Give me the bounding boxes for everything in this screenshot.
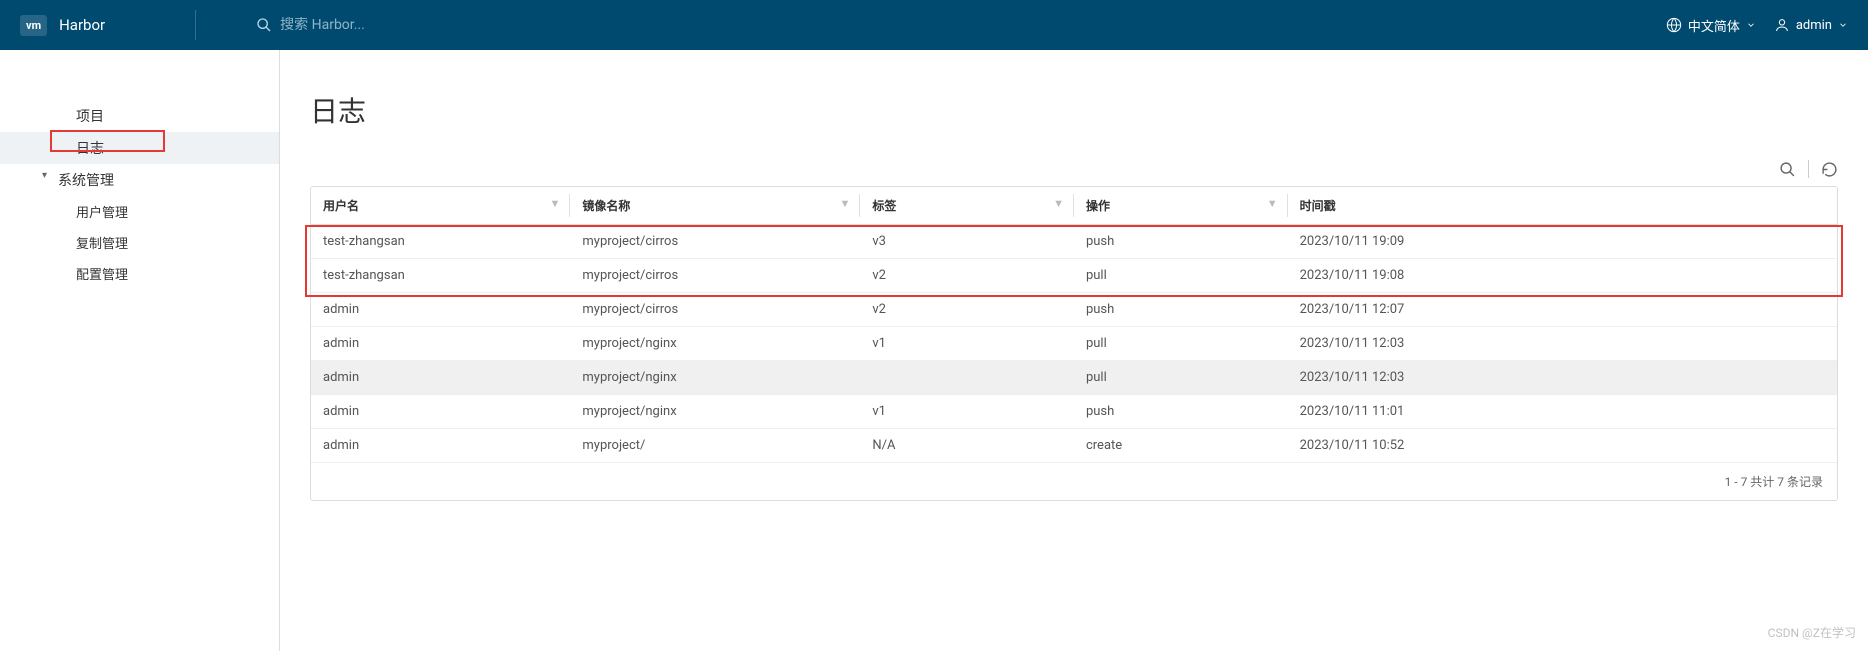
refresh-icon[interactable]: [1821, 161, 1838, 178]
filter-icon[interactable]: ▼: [1053, 197, 1064, 210]
cell-time: 2023/10/11 19:08: [1288, 259, 1837, 293]
cell-time: 2023/10/11 12:07: [1288, 293, 1837, 327]
cell-time: 2023/10/11 11:01: [1288, 395, 1837, 429]
sidebar-item-logs[interactable]: 日志: [0, 132, 279, 164]
app-name: Harbor: [59, 16, 105, 34]
cell-op: create: [1074, 429, 1288, 463]
page-title: 日志: [310, 90, 1838, 130]
logo: vm: [20, 15, 47, 36]
filter-icon[interactable]: ▼: [550, 197, 561, 210]
chevron-down-icon: [1746, 20, 1756, 30]
column-header-operation[interactable]: 操作▼: [1074, 187, 1288, 225]
cell-op: push: [1074, 293, 1288, 327]
cell-user: admin: [311, 395, 570, 429]
cell-user: admin: [311, 429, 570, 463]
cell-tag: [860, 361, 1074, 395]
search-wrap: [256, 17, 1666, 33]
cell-time: 2023/10/11 10:52: [1288, 429, 1837, 463]
table-row[interactable]: test-zhangsanmyproject/cirrosv2pull2023/…: [311, 259, 1837, 293]
cell-user: admin: [311, 327, 570, 361]
search-icon[interactable]: [1779, 161, 1796, 178]
language-label: 中文简体: [1688, 16, 1740, 35]
cell-tag: v2: [860, 293, 1074, 327]
user-icon: [1774, 17, 1790, 33]
table-row[interactable]: adminmyproject/nginx pull2023/10/11 12:03: [311, 361, 1837, 395]
filter-icon[interactable]: ▼: [1267, 197, 1278, 210]
sidebar-item-users[interactable]: 用户管理: [0, 196, 279, 227]
cell-image: myproject/nginx: [570, 327, 860, 361]
sidebar-item-replication[interactable]: 复制管理: [0, 227, 279, 258]
table-row[interactable]: test-zhangsanmyproject/cirrosv3push2023/…: [311, 225, 1837, 259]
cell-tag: v1: [860, 327, 1074, 361]
cell-tag: N/A: [860, 429, 1074, 463]
column-header-image[interactable]: 镜像名称▼: [570, 187, 860, 225]
sidebar-group-label: 系统管理: [58, 173, 114, 189]
toolbar: [310, 160, 1838, 178]
header-right: 中文简体 admin: [1666, 16, 1848, 35]
column-header-tag[interactable]: 标签▼: [860, 187, 1074, 225]
table-row[interactable]: adminmyproject/nginxv1push2023/10/11 11:…: [311, 395, 1837, 429]
cell-image: myproject/cirros: [570, 259, 860, 293]
chevron-down-icon: ▾: [42, 170, 47, 181]
user-label: admin: [1796, 18, 1832, 33]
sidebar-item-config[interactable]: 配置管理: [0, 258, 279, 289]
cell-image: myproject/cirros: [570, 225, 860, 259]
watermark: CSDN @Z在学习: [1768, 624, 1856, 641]
chevron-down-icon: [1838, 20, 1848, 30]
toolbar-divider: [1808, 160, 1809, 178]
cell-tag: v2: [860, 259, 1074, 293]
column-header-timestamp[interactable]: 时间戳: [1288, 187, 1837, 225]
table-row[interactable]: adminmyproject/cirrosv2push2023/10/11 12…: [311, 293, 1837, 327]
table-row[interactable]: adminmyproject/N/Acreate2023/10/11 10:52: [311, 429, 1837, 463]
cell-time: 2023/10/11 12:03: [1288, 361, 1837, 395]
sidebar-group-system[interactable]: ▾ 系统管理: [0, 164, 279, 196]
sidebar-item-projects[interactable]: 项目: [0, 100, 279, 132]
table-row[interactable]: adminmyproject/nginxv1pull2023/10/11 12:…: [311, 327, 1837, 361]
globe-icon: [1666, 17, 1682, 33]
search-icon: [256, 17, 272, 33]
sidebar: 项目 日志 ▾ 系统管理 用户管理 复制管理 配置管理: [0, 50, 280, 651]
cell-image: myproject/: [570, 429, 860, 463]
column-header-user[interactable]: 用户名▼: [311, 187, 570, 225]
cell-user: test-zhangsan: [311, 259, 570, 293]
language-selector[interactable]: 中文简体: [1666, 16, 1756, 35]
cell-op: pull: [1074, 361, 1288, 395]
table-footer: 1 - 7 共计 7 条记录: [311, 463, 1837, 500]
cell-user: admin: [311, 293, 570, 327]
cell-tag: v3: [860, 225, 1074, 259]
filter-icon[interactable]: ▼: [839, 197, 850, 210]
user-menu[interactable]: admin: [1774, 17, 1848, 33]
table-header-row: 用户名▼ 镜像名称▼ 标签▼ 操作▼ 时间戳: [311, 187, 1837, 225]
cell-image: myproject/cirros: [570, 293, 860, 327]
header: vm Harbor 中文简体 admin: [0, 0, 1868, 50]
header-divider: [195, 10, 196, 40]
cell-image: myproject/nginx: [570, 361, 860, 395]
search-input[interactable]: [280, 17, 480, 33]
cell-user: admin: [311, 361, 570, 395]
cell-image: myproject/nginx: [570, 395, 860, 429]
log-table: 用户名▼ 镜像名称▼ 标签▼ 操作▼ 时间戳 test-zhangsanmypr…: [310, 186, 1838, 501]
content: 日志 用户名▼ 镜像名称▼ 标签▼ 操作▼ 时间戳: [280, 50, 1868, 651]
cell-op: push: [1074, 395, 1288, 429]
cell-tag: v1: [860, 395, 1074, 429]
cell-time: 2023/10/11 12:03: [1288, 327, 1837, 361]
cell-user: test-zhangsan: [311, 225, 570, 259]
cell-op: push: [1074, 225, 1288, 259]
cell-op: pull: [1074, 259, 1288, 293]
cell-time: 2023/10/11 19:09: [1288, 225, 1837, 259]
cell-op: pull: [1074, 327, 1288, 361]
layout: 项目 日志 ▾ 系统管理 用户管理 复制管理 配置管理 日志: [0, 50, 1868, 651]
